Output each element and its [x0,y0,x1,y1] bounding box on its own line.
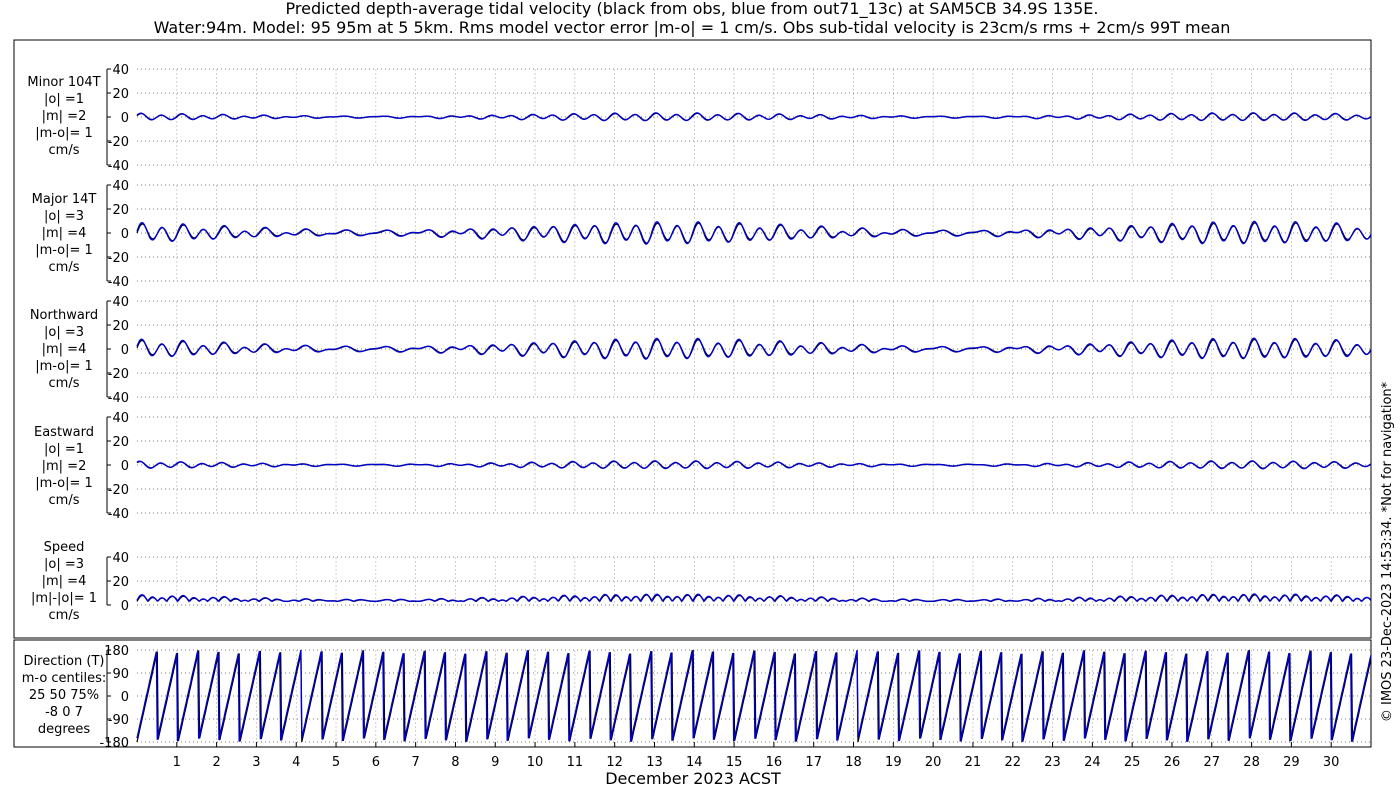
x-tick-label: 14 [686,755,703,770]
x-tick-label: 16 [766,755,783,770]
y-tick-label: 0 [121,459,129,474]
x-tick-label: 4 [292,755,300,770]
y-tick-label: 180 [104,644,129,659]
y-tick-label: 0 [121,111,129,126]
x-tick-label: 17 [805,755,822,770]
x-tick-label: 5 [332,755,340,770]
panel-label-line: |o| =3 [44,557,84,572]
x-tick-label: 2 [212,755,220,770]
panel-label-line: |o| =3 [44,209,84,224]
panel-label-line: degrees [38,722,91,737]
x-tick-label: 29 [1283,755,1300,770]
credit-text: © IMOS 23-Dec-2023 14:53:34. *Not for na… [1380,381,1395,722]
x-tick-label: 30 [1323,755,1340,770]
panel-label-line: |m| =4 [42,226,87,241]
upper-axes-box [13,39,1372,639]
x-tick-label: 11 [567,755,584,770]
y-tick-label: -90 [108,713,129,728]
panel-label-line: 25 50 75% [29,688,99,703]
y-tick-label: 40 [112,179,129,194]
y-tick-label: -40 [108,159,129,174]
panel-label-line: |o| =1 [44,92,84,107]
x-tick-label: 6 [372,755,380,770]
y-tick-label: -20 [108,483,129,498]
y-tick-label: 40 [112,411,129,426]
x-tick-label: 19 [885,755,902,770]
panel-label-line: m-o centiles: [22,671,107,686]
y-tick-label: -20 [108,135,129,150]
chart-title-line1: Predicted depth-average tidal velocity (… [286,0,1099,19]
series-line-model [136,460,1372,470]
x-tick-label: 9 [491,755,499,770]
x-tick-label: 25 [1124,755,1141,770]
x-tick-label: 18 [845,755,862,770]
panel-label-line: |m-o|= 1 [35,359,93,374]
panel-label-line: cm/s [49,493,80,508]
x-tick-label: 28 [1243,755,1260,770]
x-tick-label: 12 [606,755,623,770]
y-tick-label: 20 [112,319,129,334]
y-tick-label: -20 [108,251,129,266]
panel-label-line: |m-o|= 1 [35,126,93,141]
panel-label-line: |m-o|= 1 [35,243,93,258]
y-tick-label: 0 [121,599,129,614]
x-tick-label: 20 [925,755,942,770]
y-tick-label: -180 [99,736,129,751]
panel-label-line: cm/s [49,376,80,391]
x-tick-label: 10 [527,755,544,770]
x-tick-label: 23 [1044,755,1061,770]
panel-label-line: Speed [44,540,85,555]
panel-label-line: |o| =1 [44,442,84,457]
x-tick-label: 26 [1164,755,1181,770]
x-tick-label: 21 [965,755,982,770]
y-tick-label: -40 [108,275,129,290]
y-tick-label: 20 [112,435,129,450]
panel-label-line: |m|-|o|= 1 [31,591,97,606]
x-tick-label: 7 [412,755,420,770]
y-tick-label: 40 [112,295,129,310]
x-tick-label: 8 [451,755,459,770]
panel-label-line: cm/s [49,260,80,275]
panel-label-line: Major 14T [32,192,97,207]
x-tick-label: 13 [646,755,663,770]
panel-label-line: |m| =4 [42,342,87,357]
panel-label-line: |m-o|= 1 [35,476,93,491]
x-axis-label: December 2023 ACST [605,769,781,788]
x-tick-label: 24 [1084,755,1101,770]
chart-title-line2: Water:94m. Model: 95 95m at 5 5km. Rms m… [154,18,1231,37]
panel-label-line: Northward [30,308,98,323]
series-line-model [136,337,1372,360]
y-tick-label: 20 [112,575,129,590]
panel-label-line: |o| =3 [44,325,84,340]
y-tick-label: 0 [121,690,129,705]
panel-label-line: Direction (T) [24,654,105,669]
panel-label-line: cm/s [49,608,80,623]
y-tick-label: 40 [112,551,129,566]
y-tick-label: 20 [112,87,129,102]
panel-label-line: Eastward [34,425,94,440]
panel-label-line: |m| =4 [42,574,87,589]
y-tick-label: 0 [121,343,129,358]
y-tick-label: 20 [112,203,129,218]
y-tick-label: 40 [112,63,129,78]
x-tick-label: 1 [173,755,181,770]
y-tick-label: 90 [112,667,129,682]
x-tick-label: 3 [252,755,260,770]
y-tick-label: -40 [108,507,129,522]
series-line-model [136,593,1372,603]
panel-label-line: |m| =2 [42,459,87,474]
tidal-velocity-figure: Predicted depth-average tidal velocity (… [13,0,1395,788]
y-tick-label: -20 [108,367,129,382]
x-tick-label: 15 [726,755,743,770]
panel-label-line: cm/s [49,143,80,158]
x-tick-label: 27 [1204,755,1221,770]
panel-label-line: |m| =2 [42,109,87,124]
x-tick-label: 22 [1004,755,1021,770]
panel-label-line: Minor 104T [27,75,100,90]
panels-group: 40200-20-40Minor 104T|o| =1|m| =2|m-o|= … [22,63,1372,770]
y-tick-label: -40 [108,391,129,406]
y-tick-label: 0 [121,227,129,242]
panel-label-line: -8 0 7 [45,705,83,720]
